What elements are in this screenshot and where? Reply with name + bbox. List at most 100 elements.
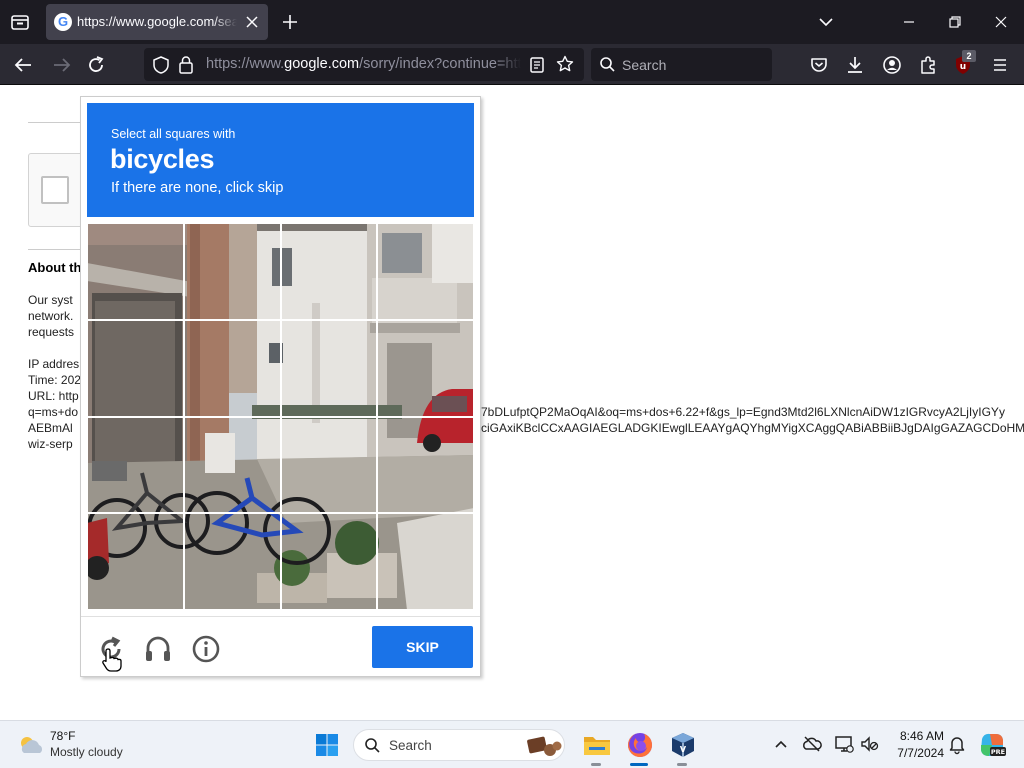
search-bar[interactable]: Search — [591, 48, 772, 81]
notification-bell-icon[interactable] — [946, 733, 968, 755]
skip-button[interactable]: SKIP — [372, 626, 473, 668]
close-tab-icon[interactable] — [242, 12, 262, 32]
reload-icon[interactable] — [83, 52, 109, 78]
divider — [28, 122, 88, 123]
instruction-text: Select all squares with — [111, 127, 236, 141]
browser-toolbar: https://www.google.com/sorry/index?conti… — [0, 44, 1024, 85]
about-heading: About th — [28, 260, 82, 275]
info-help-icon[interactable] — [190, 633, 222, 665]
close-window-icon[interactable] — [987, 8, 1015, 36]
challenge-tile[interactable] — [183, 513, 281, 610]
challenge-instructions: Select all squares with bicycles If ther… — [87, 103, 474, 217]
extensions-puzzle-icon[interactable] — [915, 52, 941, 78]
search-bar-placeholder: Search — [622, 57, 667, 73]
lock-icon[interactable] — [177, 55, 195, 75]
browser-tab-bar: G https://www.google.com/search?q=ms+dos — [0, 0, 1024, 44]
search-icon — [600, 57, 615, 72]
svg-text:V: V — [680, 745, 687, 754]
tab-title: https://www.google.com/search?q=ms+dos — [77, 14, 237, 29]
new-tab-plus-icon[interactable] — [278, 10, 302, 34]
windows-start-icon[interactable] — [311, 729, 343, 761]
challenge-tile[interactable] — [377, 223, 474, 320]
challenge-tile[interactable] — [183, 223, 281, 320]
search-icon — [365, 738, 380, 753]
active-tab[interactable]: G https://www.google.com/search?q=ms+dos — [46, 4, 268, 40]
page-text-line: network. — [28, 309, 74, 323]
url-path: /sorry/index?continue=https://www.google… — [359, 56, 521, 72]
divider — [28, 249, 88, 250]
url-value-line: AEBmAl — [28, 421, 73, 435]
challenge-tile[interactable] — [377, 319, 474, 417]
network-display-icon[interactable] — [833, 733, 855, 755]
svg-text:u: u — [960, 62, 966, 72]
recaptcha-challenge-dialog: Select all squares with bicycles If ther… — [80, 96, 481, 677]
account-icon[interactable] — [879, 52, 905, 78]
virtualbox-icon[interactable]: V — [667, 729, 699, 761]
firefox-taskbar-icon[interactable] — [624, 729, 656, 761]
list-all-tabs-chevron-icon[interactable] — [814, 10, 838, 34]
clock-time[interactable]: 8:46 AM — [890, 729, 944, 743]
challenge-tile[interactable] — [280, 223, 378, 320]
firefox-view-icon[interactable] — [8, 10, 32, 34]
show-hidden-icons-chevron-icon[interactable] — [770, 733, 792, 755]
hand-cursor-icon — [102, 648, 122, 672]
challenge-tile[interactable] — [183, 319, 281, 417]
active-app-indicator — [630, 763, 648, 766]
volume-muted-icon[interactable] — [858, 733, 880, 755]
time-label: Time: 202 — [28, 373, 81, 387]
instruction-subtext: If there are none, click skip — [111, 180, 284, 196]
onedrive-offline-icon[interactable] — [801, 733, 823, 755]
running-app-indicator — [591, 763, 601, 766]
pocket-icon[interactable] — [806, 52, 832, 78]
url-text[interactable]: https://www.google.com/sorry/index?conti… — [206, 56, 521, 72]
windows-taskbar: 78°F Mostly cloudy Search V 8:46 AM 7/7/… — [0, 720, 1024, 768]
challenge-tile[interactable] — [280, 513, 378, 610]
taskbar-search-box[interactable]: Search — [353, 729, 565, 761]
google-favicon-icon: G — [54, 13, 72, 31]
restore-window-icon[interactable] — [941, 8, 969, 36]
page-text-line: Our syst — [28, 293, 73, 307]
challenge-tile[interactable] — [87, 416, 184, 514]
hamburger-menu-icon[interactable] — [987, 52, 1013, 78]
page-text-line: requests — [28, 325, 75, 339]
bookmark-star-icon[interactable] — [555, 54, 575, 74]
challenge-tile[interactable] — [87, 513, 184, 610]
challenge-tile[interactable] — [280, 319, 378, 417]
back-arrow-icon[interactable] — [11, 52, 37, 78]
minimize-window-icon[interactable] — [895, 8, 923, 36]
running-app-indicator — [677, 763, 687, 766]
copilot-icon[interactable]: PRE — [976, 729, 1008, 761]
challenge-image-grid — [87, 223, 474, 610]
svg-text:PRE: PRE — [991, 748, 1005, 756]
weather-description[interactable]: Mostly cloudy — [50, 745, 123, 759]
challenge-tile[interactable] — [280, 416, 378, 514]
clock-date[interactable]: 7/7/2024 — [890, 746, 944, 760]
challenge-tile[interactable] — [377, 416, 474, 514]
challenge-tile[interactable] — [87, 319, 184, 417]
downloads-icon[interactable] — [842, 52, 868, 78]
file-explorer-folder-icon[interactable] — [581, 729, 613, 761]
footer-divider — [81, 616, 480, 617]
recaptcha-checkbox[interactable] — [41, 176, 69, 204]
url-value-line: ciGAxiKBclCCxAAGIAEGLADGKIEwglLEAAYgAQYh… — [481, 421, 1024, 435]
url-label: URL: http — [28, 389, 79, 403]
audio-challenge-headphones-icon[interactable] — [142, 633, 174, 665]
challenge-tile[interactable] — [183, 416, 281, 514]
recaptcha-widget — [28, 153, 88, 227]
url-prefix: https://www. — [206, 56, 285, 72]
search-highlight-chocolate-icon — [527, 736, 562, 756]
url-value-line: 7bDLufptQP2MaOqAI&oq=ms+dos+6.22+f&gs_lp… — [481, 405, 1005, 419]
forward-arrow-icon[interactable] — [48, 52, 74, 78]
reader-view-icon[interactable] — [527, 55, 547, 75]
url-value-line: q=ms+do — [28, 405, 79, 419]
weather-temperature[interactable]: 78°F — [50, 729, 75, 743]
cloudy-weather-icon[interactable] — [16, 733, 46, 757]
address-bar[interactable]: https://www.google.com/sorry/index?conti… — [144, 48, 584, 81]
challenge-target-keyword: bicycles — [110, 144, 215, 174]
challenge-tile[interactable] — [87, 223, 184, 320]
challenge-tile[interactable] — [377, 513, 474, 610]
taskbar-search-placeholder: Search — [389, 738, 432, 753]
url-value-line: wiz-serp — [28, 437, 73, 451]
tracking-protection-shield-icon[interactable] — [151, 55, 171, 75]
extension-count-badge: 2 — [962, 50, 976, 62]
